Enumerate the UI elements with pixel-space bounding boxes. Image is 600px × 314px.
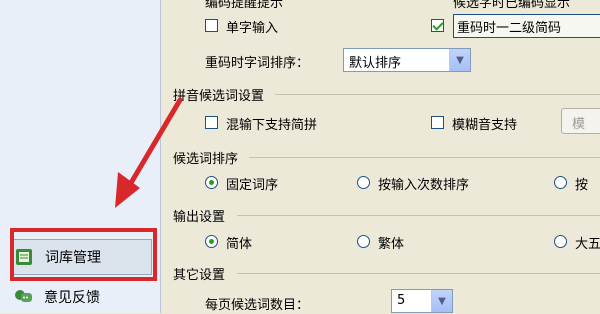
annotation-arrow bbox=[115, 97, 183, 208]
